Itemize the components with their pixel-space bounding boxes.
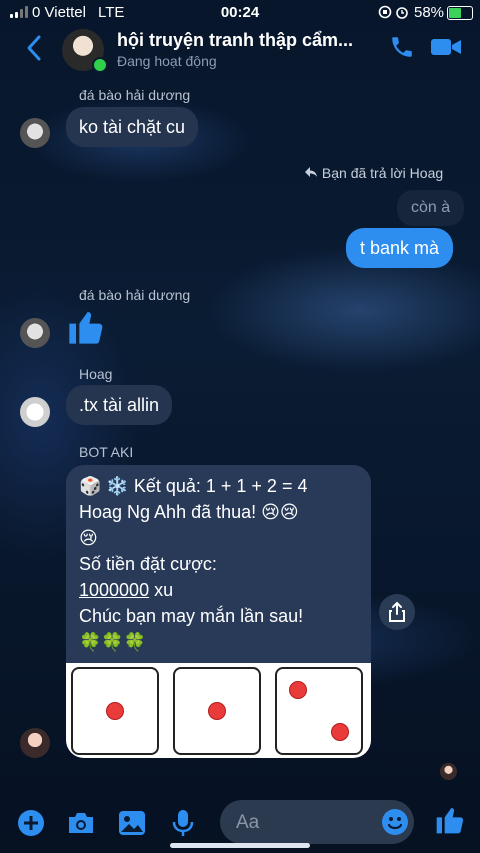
goodluck-line: Chúc bạn may mắn lần sau! [79,606,304,626]
die-pip [106,702,124,720]
sender-name: Hoag [79,366,113,382]
bet-amount[interactable]: 1000000 [79,580,149,600]
chat-title[interactable]: hội truyện tranh thập cẩm... [117,30,379,51]
die-3 [275,667,363,755]
die-2 [173,667,261,755]
phone-call-icon[interactable] [389,34,415,65]
home-indicator [170,843,310,848]
message-bubble-sent[interactable]: t bank mà [346,228,454,268]
bet-label: Số tiền đặt cược: [79,554,217,574]
die-pip [289,681,307,699]
loser-line: Hoag Ng Ahh đã thua! 😢😢 [79,502,299,522]
result-line: 🎲 ❄️ Kết quả: 1 + 1 + 2 = 4 [79,476,308,496]
plus-icon[interactable] [17,809,45,842]
avatar[interactable] [20,118,50,148]
bot-result-card[interactable]: 🎲 ❄️ Kết quả: 1 + 1 + 2 = 4 Hoag Ng Ahh … [66,465,371,758]
emoji-line: 😢 [79,528,98,548]
reply-icon [304,165,322,181]
dice-image[interactable] [66,663,371,758]
video-call-icon[interactable] [430,34,462,65]
avatar[interactable] [20,318,50,348]
online-indicator [92,57,108,73]
share-button[interactable] [379,594,415,630]
camera-icon[interactable] [66,810,96,841]
thumbs-up-sticker-icon[interactable] [66,306,106,353]
avatar[interactable] [20,397,50,427]
battery-icon [447,6,473,20]
orientation-lock-icon [378,5,392,22]
message-bubble[interactable]: ko tài chặt cu [66,107,199,147]
sender-name: đá bào hải dương [79,87,191,103]
gallery-icon[interactable] [118,810,146,841]
bet-amount-line: 1000000 xu [79,580,174,600]
emoji-icon[interactable] [381,808,409,841]
clover-line: 🍀🍀🍀 [79,632,147,652]
reply-label: Bạn đã trả lời Hoag [304,165,443,181]
die-pip [208,702,226,720]
message-bubble[interactable]: .tx tài allin [66,385,173,425]
battery-percent: 58% [414,4,445,21]
chat-header: hội truyện tranh thập cẩm... Đang hoạt đ… [0,26,480,74]
back-icon[interactable] [26,34,42,67]
avatar[interactable] [20,728,50,758]
thumbs-up-send-icon[interactable] [434,803,466,842]
alarm-icon [395,5,409,22]
microphone-icon[interactable] [172,809,194,842]
sender-name: đá bào hải dương [79,287,191,303]
seen-avatar [440,763,457,780]
quoted-message[interactable]: còn à [397,190,465,226]
sender-name: BOT AKI [79,444,134,460]
die-1 [71,667,159,755]
die-pip [331,723,349,741]
message-input-placeholder: Aa [236,812,260,833]
chat-status: Đang hoạt động [117,53,217,69]
status-bar: 0 Viettel LTE 00:24 58% [0,0,480,26]
